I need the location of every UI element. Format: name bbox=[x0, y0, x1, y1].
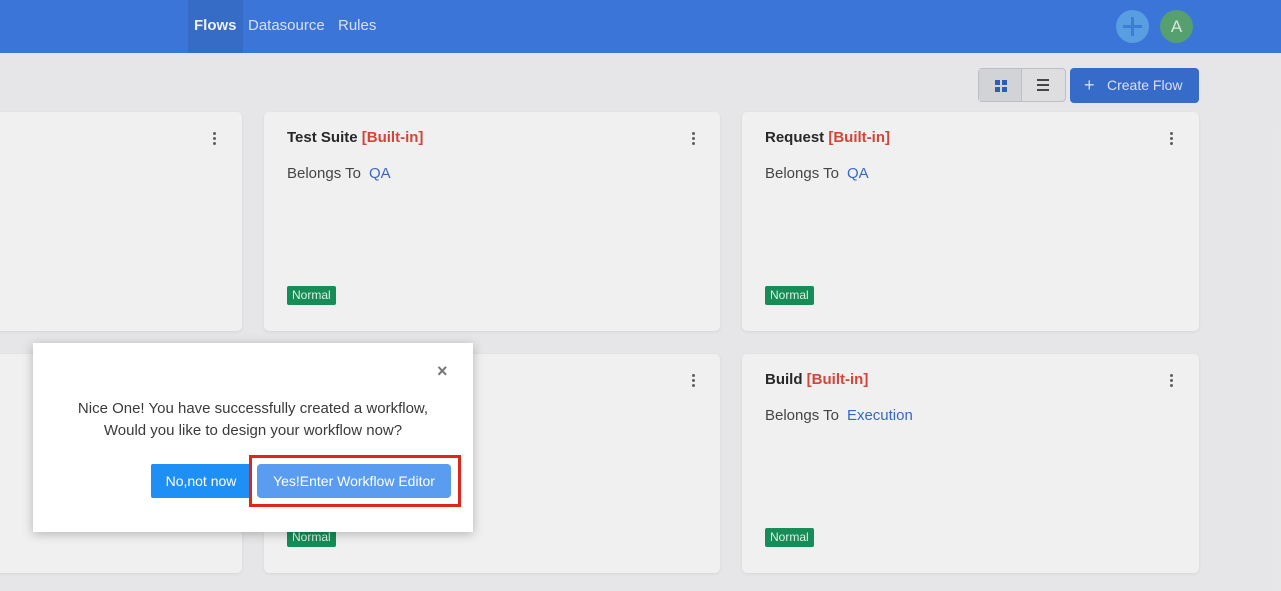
dialog-message-line2: Would you like to design your workflow n… bbox=[103, 422, 403, 439]
close-icon[interactable]: × bbox=[437, 362, 448, 380]
workflow-created-dialog: × Nice One! You have successfully create… bbox=[33, 343, 473, 532]
dialog-message-line1: Nice One! You have successfully created … bbox=[77, 400, 429, 417]
enter-workflow-editor-button[interactable]: Yes!Enter Workflow Editor bbox=[257, 464, 451, 498]
no-not-now-button[interactable]: No,not now bbox=[151, 464, 251, 498]
